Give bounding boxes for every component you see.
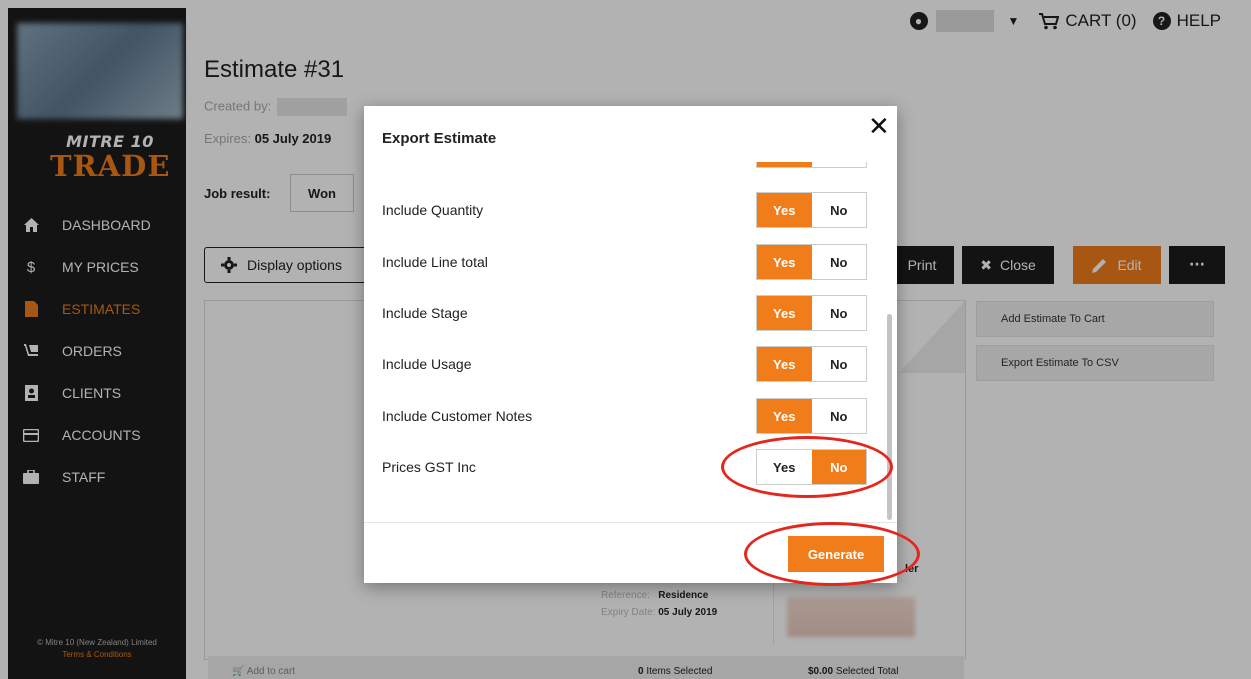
option-include-usage: Include Usage Yes No [382, 344, 867, 384]
dialog-scrollbar[interactable] [887, 314, 892, 520]
option-label: Include Quantity [382, 202, 484, 218]
no-option[interactable]: No [811, 399, 866, 433]
option-label: Include Usage [382, 356, 472, 372]
include-stage-toggle: Yes No [756, 295, 867, 331]
option-label: Prices GST Inc [382, 459, 476, 475]
export-estimate-dialog: Export Estimate ✕ Include Quantity Yes N… [364, 106, 897, 583]
dialog-body: Include Quantity Yes No Include Line tot… [364, 162, 897, 522]
option-label: Include Customer Notes [382, 408, 533, 424]
option-include-line-total: Include Line total Yes No [382, 242, 867, 282]
no-option[interactable]: No [811, 296, 866, 330]
yes-option[interactable]: Yes [757, 245, 812, 279]
option-include-customer-notes: Include Customer Notes Yes No [382, 396, 867, 436]
include-usage-toggle: Yes No [756, 346, 867, 382]
toggle [756, 162, 867, 168]
prices-gst-inc-toggle: Yes No [756, 449, 867, 485]
include-quantity-toggle: Yes No [756, 192, 867, 228]
yes-option[interactable]: Yes [757, 347, 812, 381]
yes-option[interactable]: Yes [757, 296, 812, 330]
option-include-stage: Include Stage Yes No [382, 293, 867, 333]
option-label: Include Stage [382, 305, 468, 321]
yes-option[interactable]: Yes [757, 399, 812, 433]
no-option[interactable]: No [811, 245, 866, 279]
close-icon[interactable]: ✕ [868, 112, 890, 142]
no-option[interactable]: No [811, 450, 866, 484]
yes-option[interactable]: Yes [757, 193, 812, 227]
yes-option[interactable]: Yes [757, 450, 812, 484]
dialog-title: Export Estimate [382, 130, 497, 147]
include-line-total-toggle: Yes No [756, 244, 867, 280]
no-option[interactable] [811, 162, 866, 167]
no-option[interactable]: No [811, 347, 866, 381]
option-include-quantity: Include Quantity Yes No [382, 190, 867, 230]
dialog-footer-divider [364, 522, 897, 523]
option-prices-gst-inc: Prices GST Inc Yes No [382, 447, 867, 487]
no-option[interactable]: No [811, 193, 866, 227]
yes-option[interactable] [757, 162, 812, 167]
option-row-hidden [382, 162, 867, 170]
option-label: Include Line total [382, 254, 488, 270]
generate-button[interactable]: Generate [788, 536, 884, 572]
include-customer-notes-toggle: Yes No [756, 398, 867, 434]
